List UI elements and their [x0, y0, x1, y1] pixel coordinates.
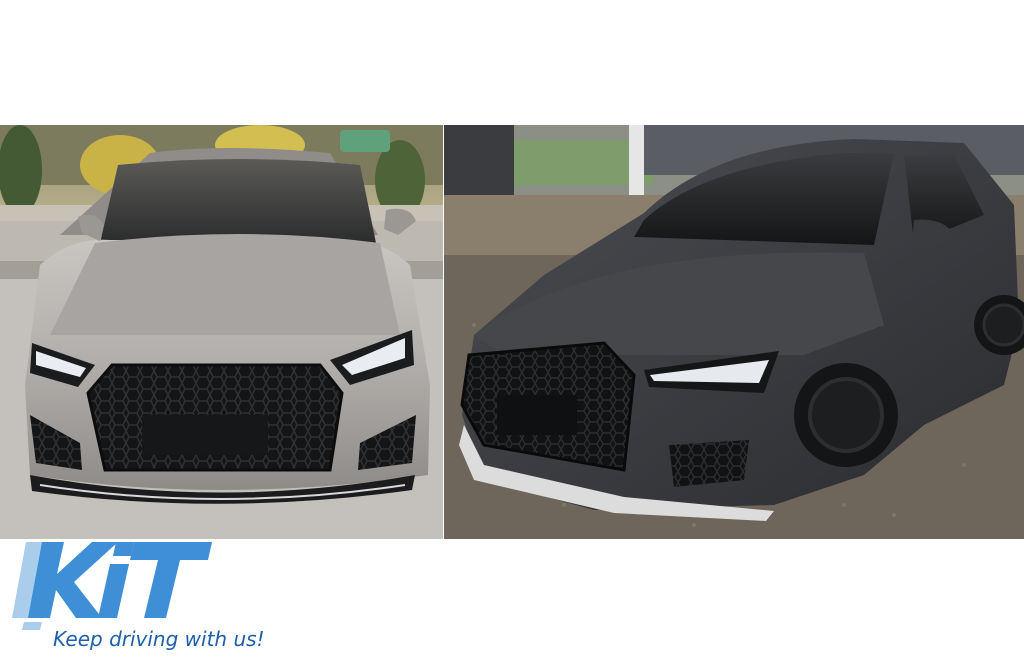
- car-photo-front-view: [0, 125, 443, 539]
- car-photo-three-quarter-view: [444, 125, 1024, 539]
- car-photo-three-quarter-illustration: [444, 125, 1024, 539]
- car-photo-front-illustration: [0, 125, 443, 539]
- brand-block: KiT Keep driving with us!: [12, 534, 272, 659]
- kit-logo-graphic: [12, 542, 212, 630]
- brand-tagline: Keep driving with us!: [53, 627, 265, 651]
- kit-logo: KiT: [12, 534, 212, 634]
